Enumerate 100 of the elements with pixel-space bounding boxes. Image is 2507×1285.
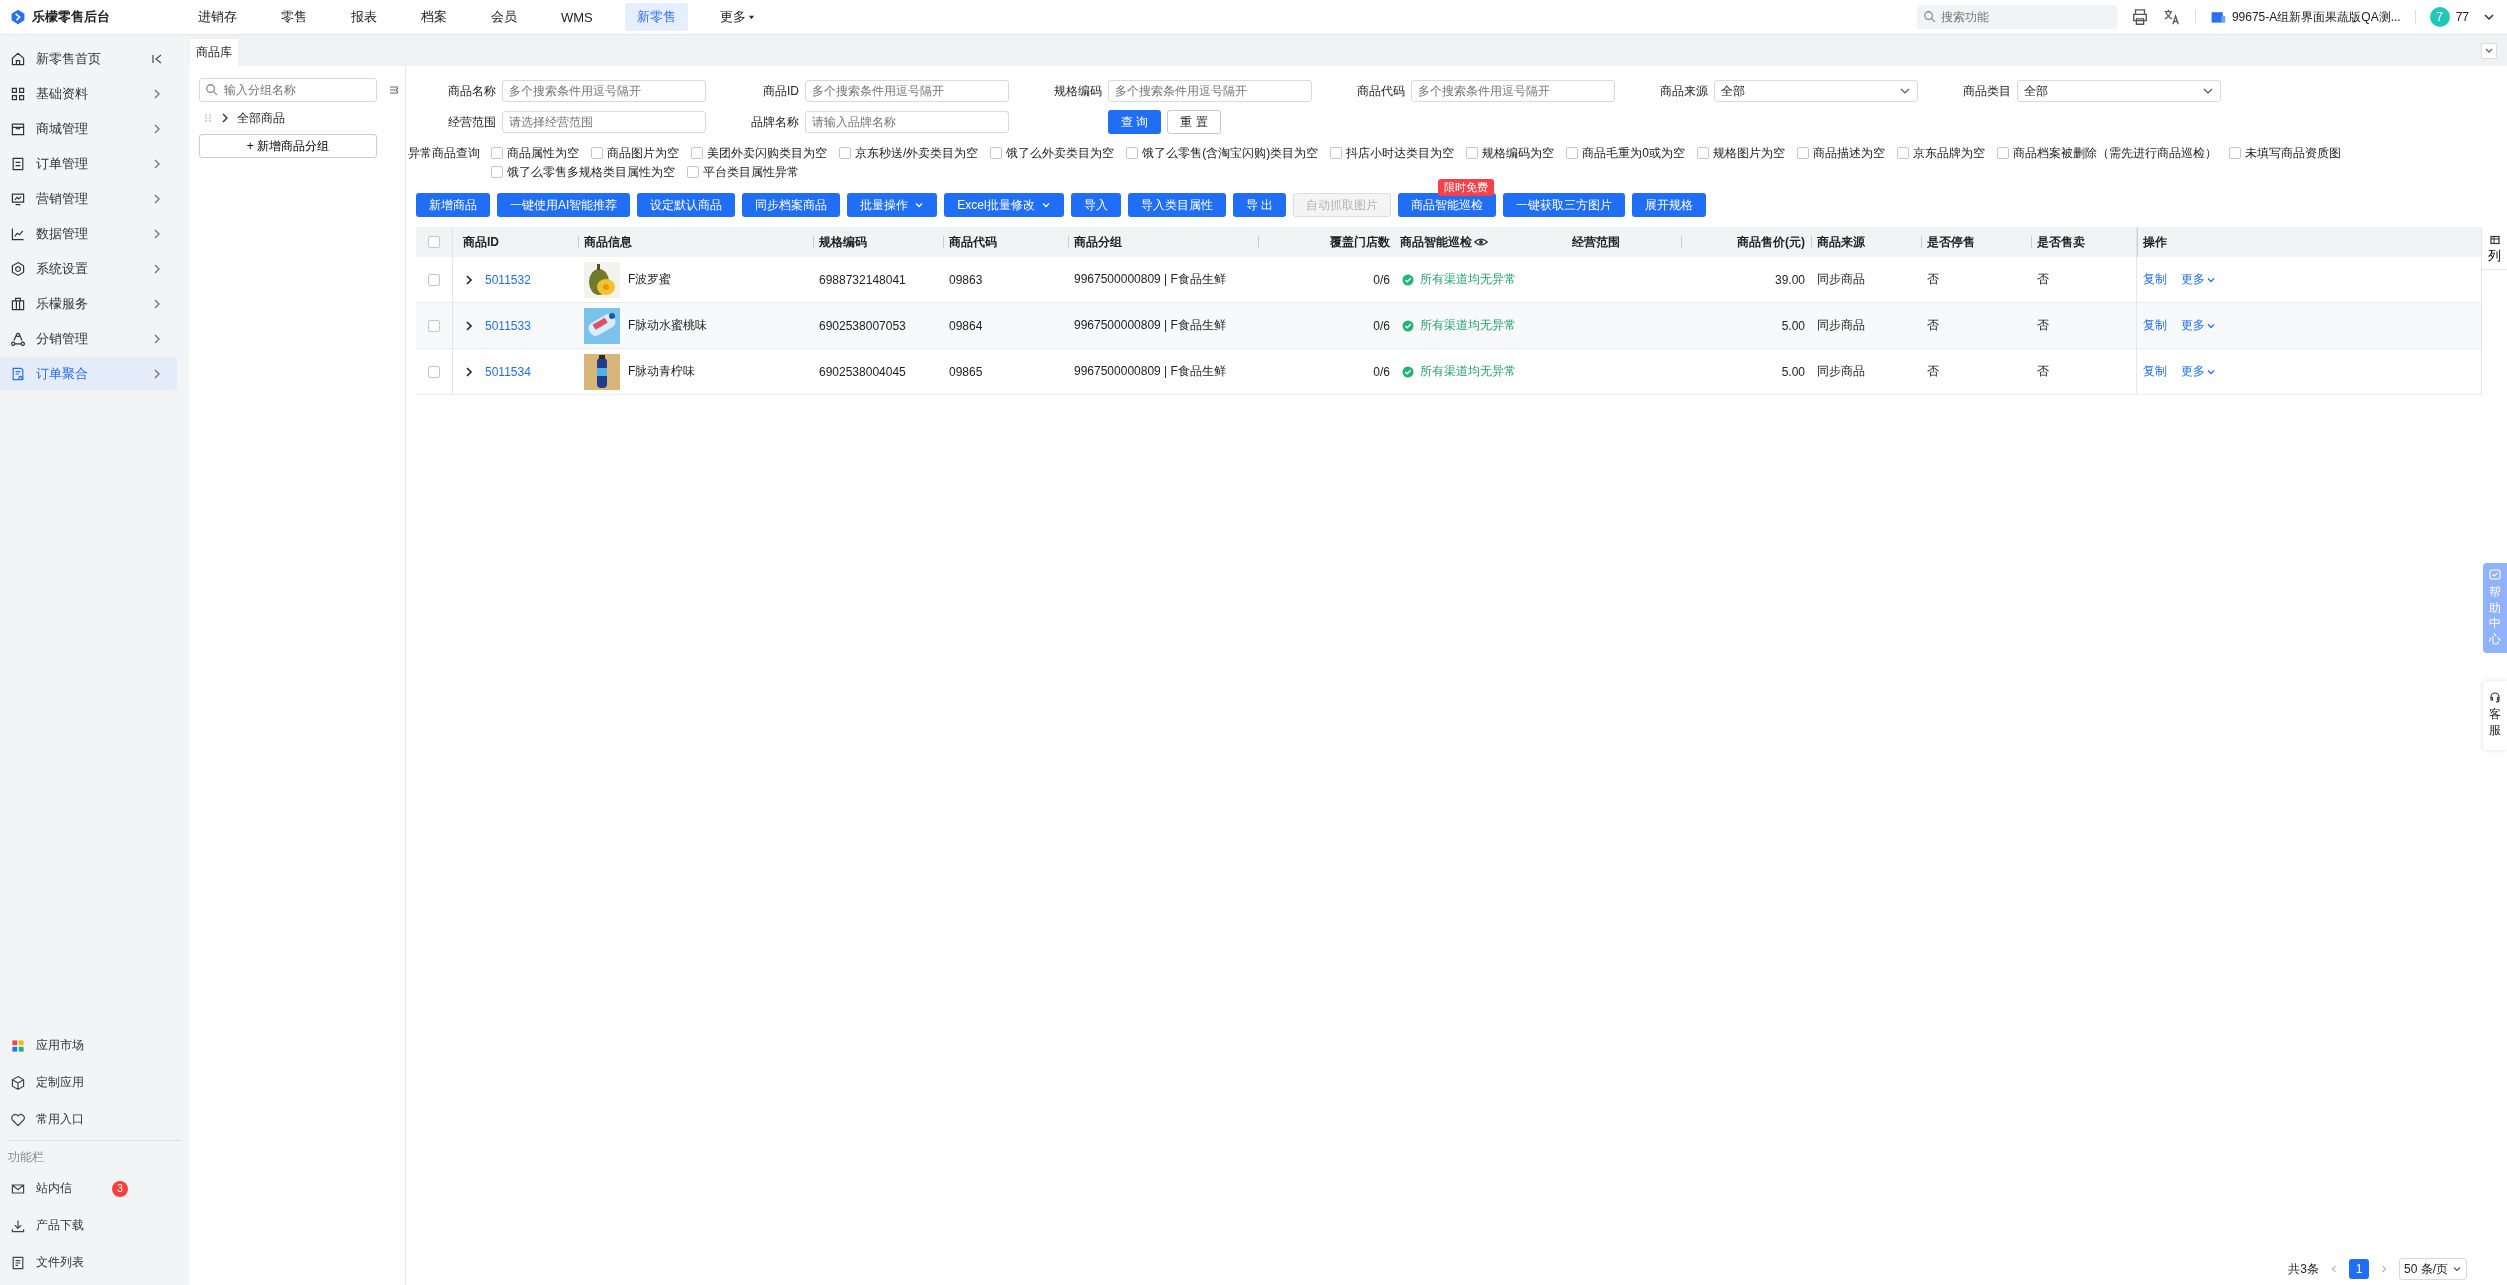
page-button[interactable]: 1 [2349, 1259, 2369, 1279]
action-button[interactable]: 商品智能巡检 [1398, 193, 1497, 217]
printer-icon[interactable] [2130, 8, 2149, 26]
product-id-link[interactable]: 5011534 [485, 364, 531, 379]
input-field[interactable]: 多个搜索条件用逗号隔开 [805, 80, 1009, 102]
checkbox[interactable] [1330, 147, 1343, 159]
sidebar-item[interactable]: 常用入口 [0, 1102, 177, 1137]
row-action-link[interactable]: 更多 [2181, 317, 2216, 334]
nav-item[interactable]: WMS [549, 4, 605, 30]
action-button[interactable]: 导入类目属性 [1127, 193, 1226, 217]
checkbox[interactable] [1566, 147, 1579, 159]
checkbox-label[interactable]: 京东秒送/外卖类目为空 [855, 144, 979, 162]
collapse-icon[interactable] [388, 84, 400, 96]
sidebar-item[interactable]: 应用市场 [0, 1028, 177, 1063]
checkbox[interactable] [691, 147, 703, 159]
action-button[interactable]: Excel批量修改 [944, 193, 1064, 217]
action-button[interactable]: 一键获取三方图片 [1503, 193, 1626, 217]
action-button[interactable]: 新增商品 [416, 193, 490, 217]
query-button[interactable]: 查 询 [1108, 110, 1162, 134]
search-field[interactable]: 搜索功能 [1916, 5, 2117, 29]
checkbox-label[interactable]: 饿了么零售(含淘宝闪购)类目为空 [1142, 144, 1319, 162]
sidebar-item[interactable]: 产品下载 [0, 1208, 177, 1243]
checkbox[interactable] [591, 147, 603, 159]
user-name[interactable]: 77 [2455, 10, 2469, 24]
checkbox-label[interactable]: 商品图片为空 [607, 144, 679, 162]
page-tab[interactable]: 商品库 [190, 39, 238, 66]
nav-item[interactable]: 进销存 [186, 3, 249, 31]
checkbox[interactable] [491, 166, 503, 178]
row-action-link[interactable]: 复制 [2143, 363, 2167, 380]
checkbox-label[interactable]: 商品描述为空 [1813, 144, 1886, 162]
checkbox-label[interactable]: 平台类目属性异常 [703, 163, 799, 181]
tree-item[interactable]: 全部商品 [237, 109, 285, 127]
checkbox-label[interactable]: 京东品牌为空 [1913, 144, 1986, 162]
sidebar-item[interactable]: 新零售首页 [0, 42, 177, 75]
checkbox[interactable] [428, 236, 440, 248]
nav-item[interactable]: 会员 [479, 3, 529, 31]
checkbox[interactable] [990, 147, 1003, 159]
checkbox[interactable] [1897, 147, 1910, 159]
nav-item[interactable]: 更多 [707, 3, 767, 31]
nav-item[interactable]: 报表 [339, 3, 389, 31]
checkbox-label[interactable]: 规格编码为空 [1482, 144, 1555, 162]
action-button[interactable]: 批量操作 [847, 193, 938, 217]
action-button[interactable]: 导入 [1070, 193, 1121, 217]
add-group-button[interactable]: + 新增商品分组 [199, 134, 377, 158]
sidebar-item[interactable]: 定制应用 [0, 1065, 177, 1100]
product-id-link[interactable]: 5011532 [485, 272, 531, 287]
checkbox-label[interactable]: 饿了么外卖类目为空 [1006, 144, 1115, 162]
group-search-field[interactable]: 输入分组名称 [199, 78, 377, 102]
nav-item[interactable]: 档案 [409, 3, 459, 31]
input-field[interactable]: 请输入品牌名称 [805, 111, 1009, 133]
collapse-icon[interactable] [151, 52, 163, 65]
expand-icon[interactable] [463, 319, 475, 332]
page-size-select[interactable]: 50 条/页 [2399, 1258, 2467, 1280]
checkbox[interactable] [1466, 147, 1479, 159]
sidebar-item[interactable]: 基础资料 [0, 77, 177, 110]
checkbox-label[interactable]: 未填写商品资质图 [2245, 144, 2342, 162]
drag-handle-icon[interactable] [203, 113, 213, 123]
sidebar-item[interactable]: 站内信 3 [0, 1171, 177, 1206]
expand-icon[interactable] [463, 365, 475, 378]
sidebar-item[interactable]: 订单管理 [0, 147, 177, 180]
product-id-link[interactable]: 5011533 [485, 318, 531, 333]
checkbox[interactable] [687, 166, 699, 178]
action-button[interactable]: 设定默认商品 [637, 193, 736, 217]
checkbox[interactable] [491, 147, 503, 159]
sidebar-item[interactable]: 订单聚合 [0, 357, 177, 390]
input-field[interactable]: 多个搜索条件用逗号隔开 [1108, 80, 1312, 102]
row-action-link[interactable]: 更多 [2181, 271, 2216, 288]
sidebar-item[interactable]: 乐檬服务 [0, 287, 177, 320]
checkbox-label[interactable]: 饿了么零售多规格类目属性为空 [507, 163, 675, 181]
checkbox-label[interactable]: 商品属性为空 [507, 144, 579, 162]
sidebar-item[interactable]: 营销管理 [0, 182, 177, 215]
input-field[interactable]: 多个搜索条件用逗号隔开 [502, 80, 706, 102]
checkbox[interactable] [2229, 147, 2242, 159]
action-button[interactable]: 同步档案商品 [742, 193, 841, 217]
checkbox[interactable] [1797, 147, 1810, 159]
customer-service-button[interactable]: 客服 [2483, 681, 2507, 751]
prev-page-icon[interactable] [2329, 1264, 2339, 1274]
row-action-link[interactable]: 复制 [2143, 317, 2167, 334]
action-button[interactable]: 展开规格 [1632, 193, 1707, 217]
sidebar-item[interactable]: 文件列表 [0, 1245, 177, 1280]
sidebar-item[interactable]: 数据管理 [0, 217, 177, 250]
checkbox[interactable] [1697, 147, 1710, 159]
row-action-link[interactable]: 更多 [2181, 363, 2216, 380]
input-field[interactable]: 请选择经营范围 [502, 111, 706, 133]
checkbox-label[interactable]: 抖店小时达类目为空 [1346, 144, 1455, 162]
checkbox[interactable] [428, 319, 440, 332]
translate-icon[interactable] [2162, 8, 2181, 26]
next-page-icon[interactable] [2379, 1264, 2389, 1274]
expand-icon[interactable] [463, 273, 475, 286]
checkbox[interactable] [428, 273, 440, 286]
input-field[interactable]: 多个搜索条件用逗号隔开 [1411, 80, 1615, 102]
row-action-link[interactable]: 复制 [2143, 271, 2167, 288]
sidebar-item[interactable]: 系统设置 [0, 252, 177, 285]
checkbox[interactable] [1997, 147, 2010, 159]
checkbox-label[interactable]: 美团外卖闪购类目为空 [707, 144, 827, 162]
checkbox-label[interactable]: 规格图片为空 [1713, 144, 1786, 162]
action-button[interactable]: 导 出 [1232, 193, 1287, 217]
select-field[interactable]: 全部 [1714, 80, 1918, 102]
action-button[interactable]: 一键使用AI智能推荐 [497, 193, 631, 217]
select-field[interactable]: 全部 [2017, 80, 2221, 102]
